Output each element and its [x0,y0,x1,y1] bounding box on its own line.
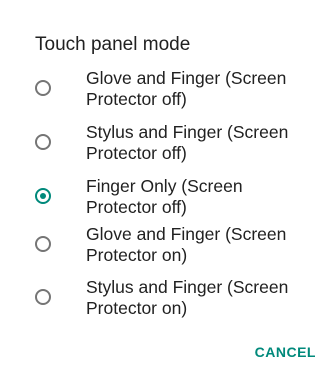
option-label: Stylus and Finger (Screen Protector off) [86,122,289,163]
option-stylus-finger-protector-on[interactable]: Stylus and Finger (Screen Protector on) [0,277,332,327]
option-label: Stylus and Finger (Screen Protector on) [86,277,289,318]
option-stylus-finger-protector-off[interactable]: Stylus and Finger (Screen Protector off) [0,122,332,172]
dialog-title: Touch panel mode [35,34,191,55]
radio-button-selected[interactable] [35,188,51,204]
option-finger-only-protector-off[interactable]: Finger Only (Screen Protector off) [0,176,332,226]
option-glove-finger-protector-off[interactable]: Glove and Finger (Screen Protector off) [0,68,332,118]
option-label: Finger Only (Screen Protector off) [86,176,243,217]
radio-button[interactable] [35,134,51,150]
radio-button[interactable] [35,236,51,252]
touch-panel-mode-dialog: Touch panel mode Glove and Finger (Scree… [0,0,332,375]
cancel-button[interactable]: CANCEL [255,344,316,360]
option-label: Glove and Finger (Screen Protector on) [86,224,287,265]
option-glove-finger-protector-on[interactable]: Glove and Finger (Screen Protector on) [0,224,332,274]
option-label: Glove and Finger (Screen Protector off) [86,68,287,109]
radio-button[interactable] [35,289,51,305]
radio-button[interactable] [35,80,51,96]
